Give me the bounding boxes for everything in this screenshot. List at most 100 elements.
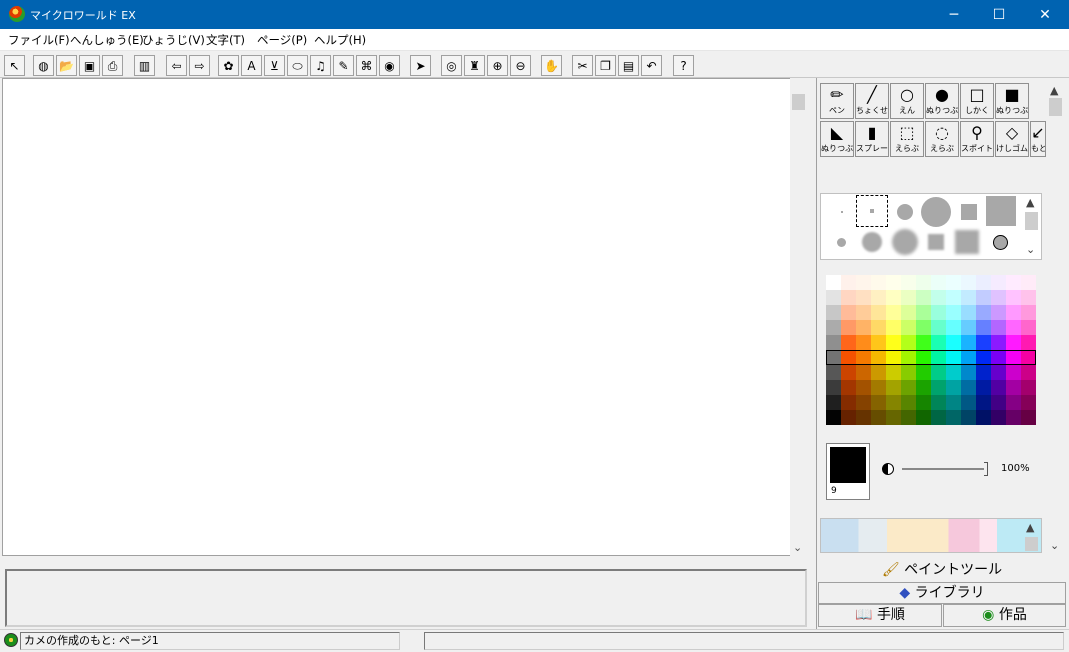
drawing-canvas[interactable] xyxy=(2,78,792,556)
palette-swatch[interactable] xyxy=(841,380,856,395)
palette-swatch[interactable] xyxy=(991,410,1006,425)
palette-swatch[interactable] xyxy=(916,410,931,425)
palette-swatch[interactable] xyxy=(886,275,901,290)
palette-swatch[interactable] xyxy=(856,290,871,305)
palette-swatch[interactable] xyxy=(826,305,841,320)
palette-swatch[interactable] xyxy=(916,365,931,380)
palette-swatch[interactable] xyxy=(1021,410,1036,425)
palette-swatch[interactable] xyxy=(991,350,1006,365)
circle-tool[interactable]: ○ えん xyxy=(890,83,924,119)
print-icon[interactable]: ⎙ xyxy=(102,55,123,76)
palette-swatch[interactable] xyxy=(991,395,1006,410)
palette-swatch[interactable] xyxy=(916,275,931,290)
palette-swatch[interactable] xyxy=(916,320,931,335)
palette-swatch[interactable] xyxy=(856,395,871,410)
palette-swatch[interactable] xyxy=(976,290,991,305)
palette-swatch[interactable] xyxy=(931,395,946,410)
palette-swatch[interactable] xyxy=(916,380,931,395)
palette-swatch[interactable] xyxy=(976,320,991,335)
palette-swatch[interactable] xyxy=(976,275,991,290)
palette-swatch[interactable] xyxy=(871,290,886,305)
menu-help[interactable]: ヘルプ(H) xyxy=(314,32,366,48)
brush-square-medium[interactable] xyxy=(961,204,977,220)
palette-swatch[interactable] xyxy=(976,350,991,365)
brush-soft-square-large[interactable] xyxy=(955,230,979,254)
palette-swatch[interactable] xyxy=(976,305,991,320)
palette-swatch[interactable] xyxy=(886,380,901,395)
minimize-button[interactable]: ─ xyxy=(931,0,977,29)
select-rect-tool[interactable]: ⬚ えらぶ xyxy=(890,121,924,157)
tab-paint-tools[interactable]: 🖌 ペイントツール xyxy=(818,560,1066,582)
globe-icon[interactable]: ◍ xyxy=(33,55,54,76)
back-arrow-icon[interactable]: ⇦ xyxy=(166,55,187,76)
rectangle-tool[interactable]: □ しかく xyxy=(960,83,994,119)
palette-swatch[interactable] xyxy=(931,335,946,350)
current-color-box[interactable]: 9 xyxy=(826,443,870,500)
spray-tool[interactable]: ▮ スプレー xyxy=(855,121,889,157)
palette-swatch[interactable] xyxy=(976,380,991,395)
palette-swatch[interactable] xyxy=(901,290,916,305)
cut-icon[interactable]: ✂ xyxy=(572,55,593,76)
scroll-down-icon[interactable]: ⌄ xyxy=(793,541,802,554)
fill-bucket-tool[interactable]: ◣ ぬりつぶし xyxy=(820,121,854,157)
brush-soft-square-medium[interactable] xyxy=(928,234,944,250)
palette-swatch[interactable] xyxy=(856,365,871,380)
palette-swatch[interactable] xyxy=(826,410,841,425)
palette-swatch[interactable] xyxy=(946,380,961,395)
menu-text[interactable]: 文字(T) xyxy=(206,32,245,48)
palette-swatch[interactable] xyxy=(961,365,976,380)
menu-file[interactable]: ファイル(F) xyxy=(8,32,70,48)
palette-swatch[interactable] xyxy=(1006,275,1021,290)
palette-swatch[interactable] xyxy=(946,305,961,320)
palette-swatch[interactable] xyxy=(1006,380,1021,395)
palette-swatch[interactable] xyxy=(1006,305,1021,320)
brush-tiny[interactable] xyxy=(841,211,843,213)
palette-swatch[interactable] xyxy=(946,365,961,380)
color-palette[interactable] xyxy=(826,275,1036,425)
palette-swatch[interactable] xyxy=(901,380,916,395)
restore-tool[interactable]: ↙ もと xyxy=(1030,121,1046,157)
texture-scroll-thumb[interactable] xyxy=(1025,537,1038,551)
palette-swatch[interactable] xyxy=(931,365,946,380)
pages-icon[interactable]: ▥ xyxy=(134,55,155,76)
video-icon[interactable]: ⌘ xyxy=(356,55,377,76)
palette-swatch[interactable] xyxy=(916,335,931,350)
menu-view[interactable]: ひょうじ(V) xyxy=(142,32,205,48)
select-lasso-tool[interactable]: ◌ えらぶ xyxy=(925,121,959,157)
stop-hand-icon[interactable]: ✋ xyxy=(541,55,562,76)
palette-swatch[interactable] xyxy=(871,320,886,335)
brush-round-medium[interactable] xyxy=(897,204,913,220)
palette-swatch[interactable] xyxy=(916,290,931,305)
undo-icon[interactable]: ↶ xyxy=(641,55,662,76)
texture-picker[interactable]: ▲ xyxy=(820,518,1042,553)
palette-swatch[interactable] xyxy=(1021,380,1036,395)
palette-swatch[interactable] xyxy=(886,335,901,350)
panel-scroll-down-icon[interactable]: ⌄ xyxy=(1050,539,1059,552)
palette-swatch[interactable] xyxy=(871,350,886,365)
eyedropper-tool[interactable]: ⚲ スポイト xyxy=(960,121,994,157)
menu-edit[interactable]: へんしゅう(E) xyxy=(70,32,144,48)
palette-swatch[interactable] xyxy=(961,395,976,410)
palette-swatch[interactable] xyxy=(856,320,871,335)
palette-swatch[interactable] xyxy=(1006,365,1021,380)
palette-swatch[interactable] xyxy=(991,380,1006,395)
palette-swatch[interactable] xyxy=(871,275,886,290)
palette-swatch[interactable] xyxy=(826,335,841,350)
select-arrow-icon[interactable]: ↖ xyxy=(4,55,25,76)
palette-swatch[interactable] xyxy=(871,395,886,410)
palette-swatch[interactable] xyxy=(991,275,1006,290)
palette-swatch[interactable] xyxy=(931,290,946,305)
panel-scroll-thumb[interactable] xyxy=(1049,98,1062,116)
palette-swatch[interactable] xyxy=(1021,320,1036,335)
brush-outlined[interactable] xyxy=(993,235,1008,250)
palette-swatch[interactable] xyxy=(1021,335,1036,350)
palette-swatch[interactable] xyxy=(901,350,916,365)
palette-swatch[interactable] xyxy=(946,275,961,290)
brush-scroll-up-icon[interactable]: ▲ xyxy=(1026,196,1034,209)
palette-swatch[interactable] xyxy=(961,305,976,320)
slider-icon[interactable]: ⊻ xyxy=(264,55,285,76)
palette-swatch[interactable] xyxy=(1006,320,1021,335)
voice-icon[interactable]: ✎ xyxy=(333,55,354,76)
palette-swatch[interactable] xyxy=(856,275,871,290)
palette-swatch[interactable] xyxy=(856,410,871,425)
